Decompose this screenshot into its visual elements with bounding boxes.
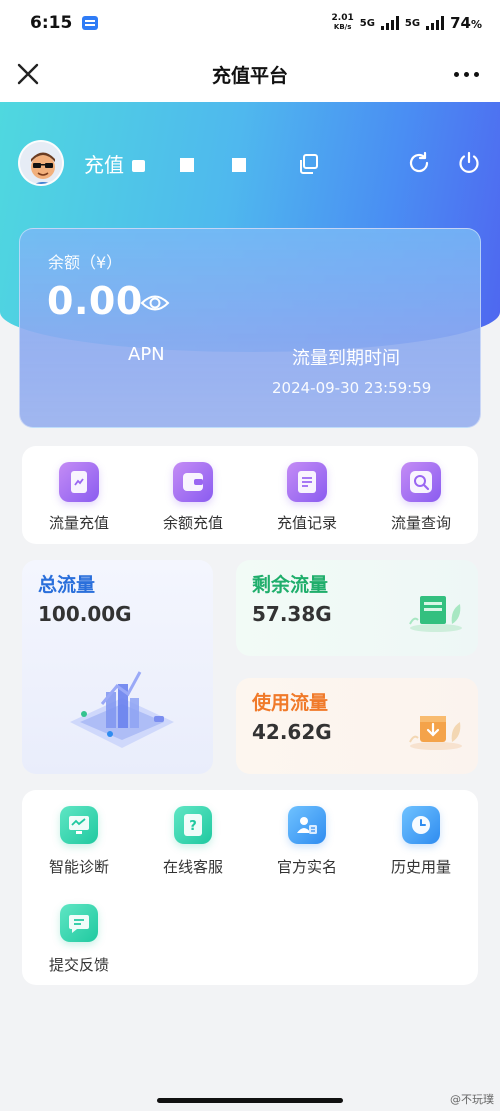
balance-value: 0.00 <box>47 279 143 323</box>
quick-action-traffic-query[interactable]: 流量查询 <box>371 462 471 533</box>
download-box-icon <box>409 716 462 750</box>
balance-card: 余额（¥） 0.00 APN 流量到期时间 2024-09-30 23:59:5… <box>19 228 481 428</box>
quick-actions-panel: 流量充值 余额充值 充值记录 流量查询 <box>22 446 478 544</box>
total-traffic-tile: 总流量 100.00G <box>22 560 213 774</box>
diagnosis-icon <box>60 806 98 844</box>
copy-icon[interactable] <box>297 152 321 176</box>
eye-icon[interactable] <box>140 291 170 315</box>
id-card-icon <box>288 806 326 844</box>
home-indicator[interactable] <box>157 1098 343 1103</box>
page-title: 充值平台 <box>211 64 288 87</box>
close-icon[interactable] <box>12 58 44 90</box>
quick-action-traffic-recharge[interactable]: 流量充值 <box>29 462 129 533</box>
power-icon[interactable] <box>456 150 482 176</box>
customer-service-icon: ? <box>174 806 212 844</box>
network-type-2: 5G <box>404 17 421 29</box>
signal-bars-icon <box>380 16 399 30</box>
service-submit-feedback[interactable]: 提交反馈 <box>29 904 129 975</box>
title-bar: 充值平台 <box>0 46 500 102</box>
svg-text:?: ? <box>189 819 197 834</box>
notification-app-icon <box>82 16 99 30</box>
phone-traffic-icon <box>59 462 99 502</box>
used-traffic-title: 使用流量 <box>252 692 329 714</box>
remaining-traffic-value: 57.38G <box>252 602 332 626</box>
more-icon[interactable] <box>450 60 482 88</box>
total-traffic-value: 100.00G <box>38 602 132 626</box>
user-name: 充值 <box>84 149 247 178</box>
record-list-icon <box>287 462 327 502</box>
total-traffic-title: 总流量 <box>38 574 96 596</box>
status-bar: 6:15 2.01 KB/s 5G 5G 74% <box>0 0 500 46</box>
refresh-icon[interactable] <box>406 150 432 176</box>
remaining-traffic-tile: 剩余流量 57.38G <box>236 560 478 656</box>
quick-action-balance-recharge[interactable]: 余额充值 <box>143 462 243 533</box>
service-online-support[interactable]: ? 在线客服 <box>143 806 243 877</box>
wallet-icon <box>173 462 213 502</box>
service-history-usage[interactable]: 历史用量 <box>371 806 471 877</box>
status-indicators: 2.01 KB/s 5G 5G 74% <box>331 13 482 33</box>
used-traffic-value: 42.62G <box>252 720 332 744</box>
network-speed: 2.01 KB/s <box>331 13 354 32</box>
search-icon <box>401 462 441 502</box>
watermark: @不玩璞 <box>450 1093 494 1106</box>
expire-time: 2024-09-30 23:59:59 <box>272 379 432 397</box>
expire-label: 流量到期时间 <box>292 348 400 369</box>
quick-action-recharge-record[interactable]: 充值记录 <box>257 462 357 533</box>
service-smart-diagnosis[interactable]: 智能诊断 <box>29 806 129 877</box>
signal-bars-icon-2 <box>426 16 445 30</box>
document-leaf-icon <box>409 596 462 632</box>
avatar[interactable] <box>18 140 64 186</box>
history-clock-icon <box>402 806 440 844</box>
network-type-1: 5G <box>359 17 375 29</box>
apn-label: APN <box>128 344 165 365</box>
user-row: 充值 <box>18 140 488 186</box>
battery-level: 74% <box>450 14 482 32</box>
data-chart-illustration <box>70 671 174 748</box>
services-panel: 智能诊断 ? 在线客服 官方实名 历史用量 提交反馈 <box>22 790 478 985</box>
feedback-icon <box>60 904 98 942</box>
service-official-realname[interactable]: 官方实名 <box>257 806 357 877</box>
balance-label: 余额（¥） <box>48 253 123 272</box>
remaining-traffic-title: 剩余流量 <box>252 574 329 596</box>
status-time: 6:15 <box>30 13 73 33</box>
used-traffic-tile: 使用流量 42.62G <box>236 678 478 774</box>
